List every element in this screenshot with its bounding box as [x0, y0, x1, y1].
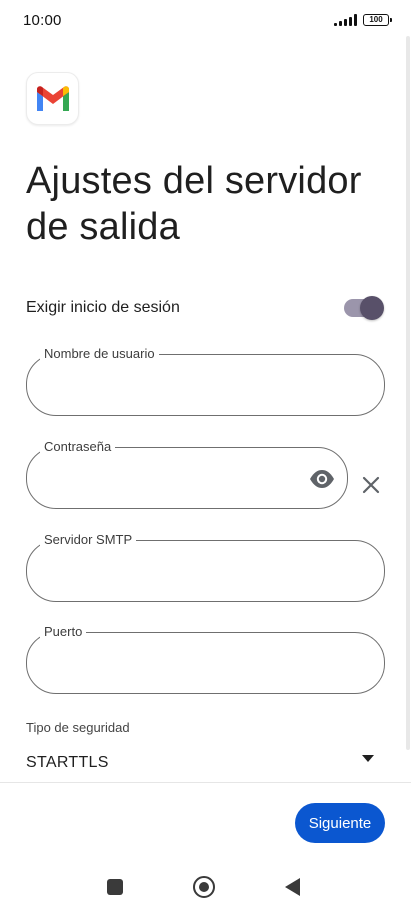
battery-icon: 100 — [363, 14, 392, 26]
security-type-label: Tipo de seguridad — [26, 720, 130, 735]
password-label: Contraseña — [40, 438, 116, 456]
username-input[interactable] — [45, 371, 315, 399]
page-title: Ajustes del servidor de salida — [26, 160, 362, 248]
screen: 10:00 100 Ajustes del servidor de salida… — [0, 0, 411, 914]
username-label: Nombre de usuario — [40, 345, 159, 363]
signal-icon — [334, 14, 357, 26]
next-button[interactable]: Siguiente — [295, 803, 385, 843]
divider — [0, 782, 411, 783]
status-time: 10:00 — [23, 12, 62, 29]
close-icon[interactable] — [360, 474, 382, 496]
port-label: Puerto — [40, 623, 87, 641]
gmail-logo — [26, 72, 79, 125]
port-input[interactable] — [45, 649, 315, 677]
status-icons: 100 — [334, 14, 392, 26]
home-circle-icon[interactable] — [193, 876, 215, 898]
back-triangle-icon[interactable] — [285, 878, 300, 896]
password-field[interactable]: Contraseña — [26, 438, 348, 509]
scrollbar[interactable] — [406, 36, 410, 750]
require-signin-switch[interactable] — [344, 296, 384, 320]
smtp-server-label: Servidor SMTP — [40, 531, 137, 549]
dropdown-arrow-icon[interactable] — [361, 753, 375, 763]
password-input[interactable] — [45, 464, 315, 492]
smtp-server-field[interactable]: Servidor SMTP — [26, 531, 385, 602]
recents-square-icon[interactable] — [107, 879, 123, 895]
require-signin-label: Exigir inicio de sesión — [26, 299, 180, 316]
port-field[interactable]: Puerto — [26, 623, 385, 694]
eye-icon[interactable] — [309, 467, 335, 491]
smtp-server-input[interactable] — [45, 557, 315, 585]
security-type-value[interactable]: STARTTLS — [26, 754, 109, 772]
navigation-bar — [0, 862, 411, 914]
security-type-dropdown[interactable]: STARTTLS — [26, 748, 381, 780]
username-field[interactable]: Nombre de usuario — [26, 345, 385, 416]
switch-knob[interactable] — [360, 296, 384, 320]
status-bar: 10:00 100 — [0, 0, 411, 42]
gmail-logo-icon — [36, 85, 69, 111]
scrollbar-thumb[interactable] — [406, 36, 410, 750]
